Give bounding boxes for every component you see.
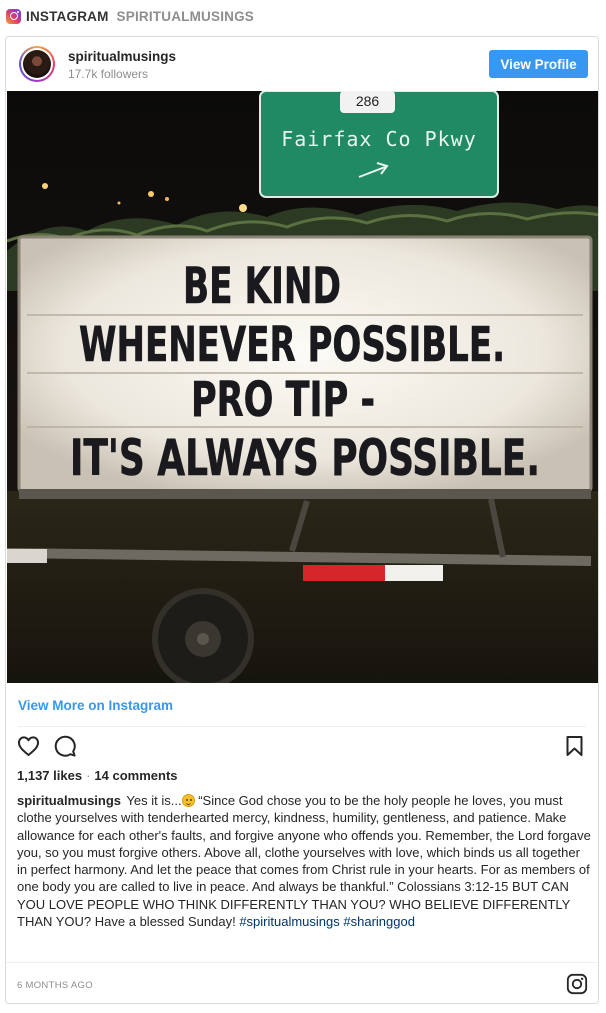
caption-text-start: Yes it is...: [126, 793, 182, 808]
caption-text-body: “Since God chose you to be the holy peop…: [17, 793, 591, 930]
bookmark-icon[interactable]: [565, 735, 584, 757]
sign-line-4: IT'S ALWAYS POSSIBLE.: [70, 429, 540, 487]
instagram-glyph-icon[interactable]: [566, 973, 588, 995]
instagram-post-card: spiritualmusings 17.7k followers View Pr…: [5, 36, 599, 1004]
road-sign-text: Fairfax Co Pkwy: [281, 127, 477, 151]
action-bar: [6, 733, 598, 763]
caption-username[interactable]: spiritualmusings: [17, 793, 121, 808]
account-label[interactable]: SPIRITUALMUSINGS: [117, 9, 254, 24]
footer-divider: [6, 962, 598, 963]
hashtag-link[interactable]: #spiritualmusings: [239, 914, 339, 929]
comment-count[interactable]: 14 comments: [94, 768, 177, 783]
sign-line-1: BE KIND: [183, 257, 341, 315]
like-count[interactable]: 1,137 likes: [17, 768, 82, 783]
post-caption: spiritualmusings Yes it is... “Since God…: [17, 792, 591, 930]
avatar[interactable]: [19, 46, 55, 82]
avatar-image: [23, 50, 51, 78]
heart-icon[interactable]: [16, 734, 41, 758]
stats-separator: ·: [86, 768, 91, 783]
view-more-link[interactable]: View More on Instagram: [18, 698, 173, 713]
post-timestamp: 6 MONTHS AGO: [17, 980, 93, 991]
post-header: spiritualmusings 17.7k followers View Pr…: [6, 37, 598, 91]
road-sign-number: 286: [356, 93, 380, 109]
divider: [18, 726, 586, 727]
post-photo[interactable]: 286 Fairfax Co Pkwy BE KIND WHENEVER POS…: [7, 91, 598, 683]
smiling-emoji-icon: [181, 794, 195, 807]
hashtag-link[interactable]: #sharinggod: [343, 914, 415, 929]
username[interactable]: spiritualmusings: [68, 49, 176, 64]
comment-icon[interactable]: [53, 734, 77, 758]
sign-line-3: PRO TIP -: [191, 372, 375, 428]
view-profile-button[interactable]: View Profile: [489, 50, 588, 78]
engagement-stats: 1,137 likes · 14 comments: [17, 768, 178, 783]
instagram-logo-icon: [6, 8, 21, 24]
embed-topbar: INSTAGRAM SPIRITUALMUSINGS: [0, 0, 606, 32]
sign-line-2: WHENEVER POSSIBLE.: [79, 317, 505, 373]
photo-illustration: 286 Fairfax Co Pkwy BE KIND WHENEVER POS…: [7, 91, 598, 683]
follower-count: 17.7k followers: [68, 67, 149, 81]
brand-label[interactable]: INSTAGRAM: [26, 9, 109, 24]
